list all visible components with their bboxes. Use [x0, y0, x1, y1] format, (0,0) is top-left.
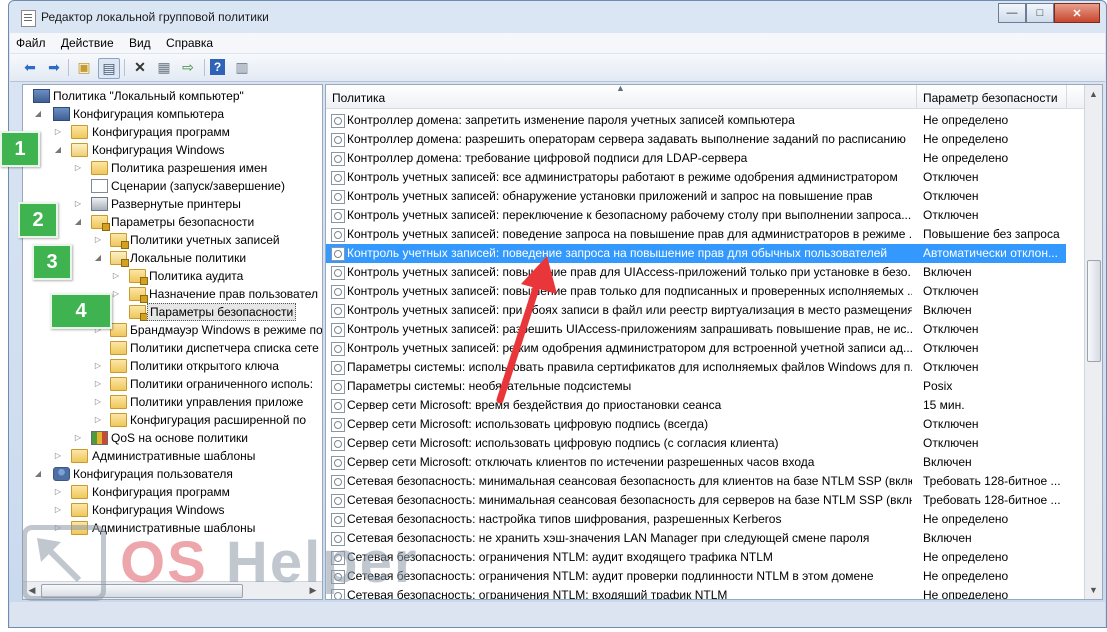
os-helper-logo-icon — [22, 525, 106, 601]
watermark-helper: Helper — [207, 530, 419, 595]
arrow-head-icon — [521, 256, 557, 294]
watermark-text: OS Helper — [120, 531, 418, 595]
os-helper-watermark: OS Helper — [22, 525, 422, 605]
watermark-os: OS — [120, 530, 208, 595]
arrow-shaft — [496, 281, 541, 404]
